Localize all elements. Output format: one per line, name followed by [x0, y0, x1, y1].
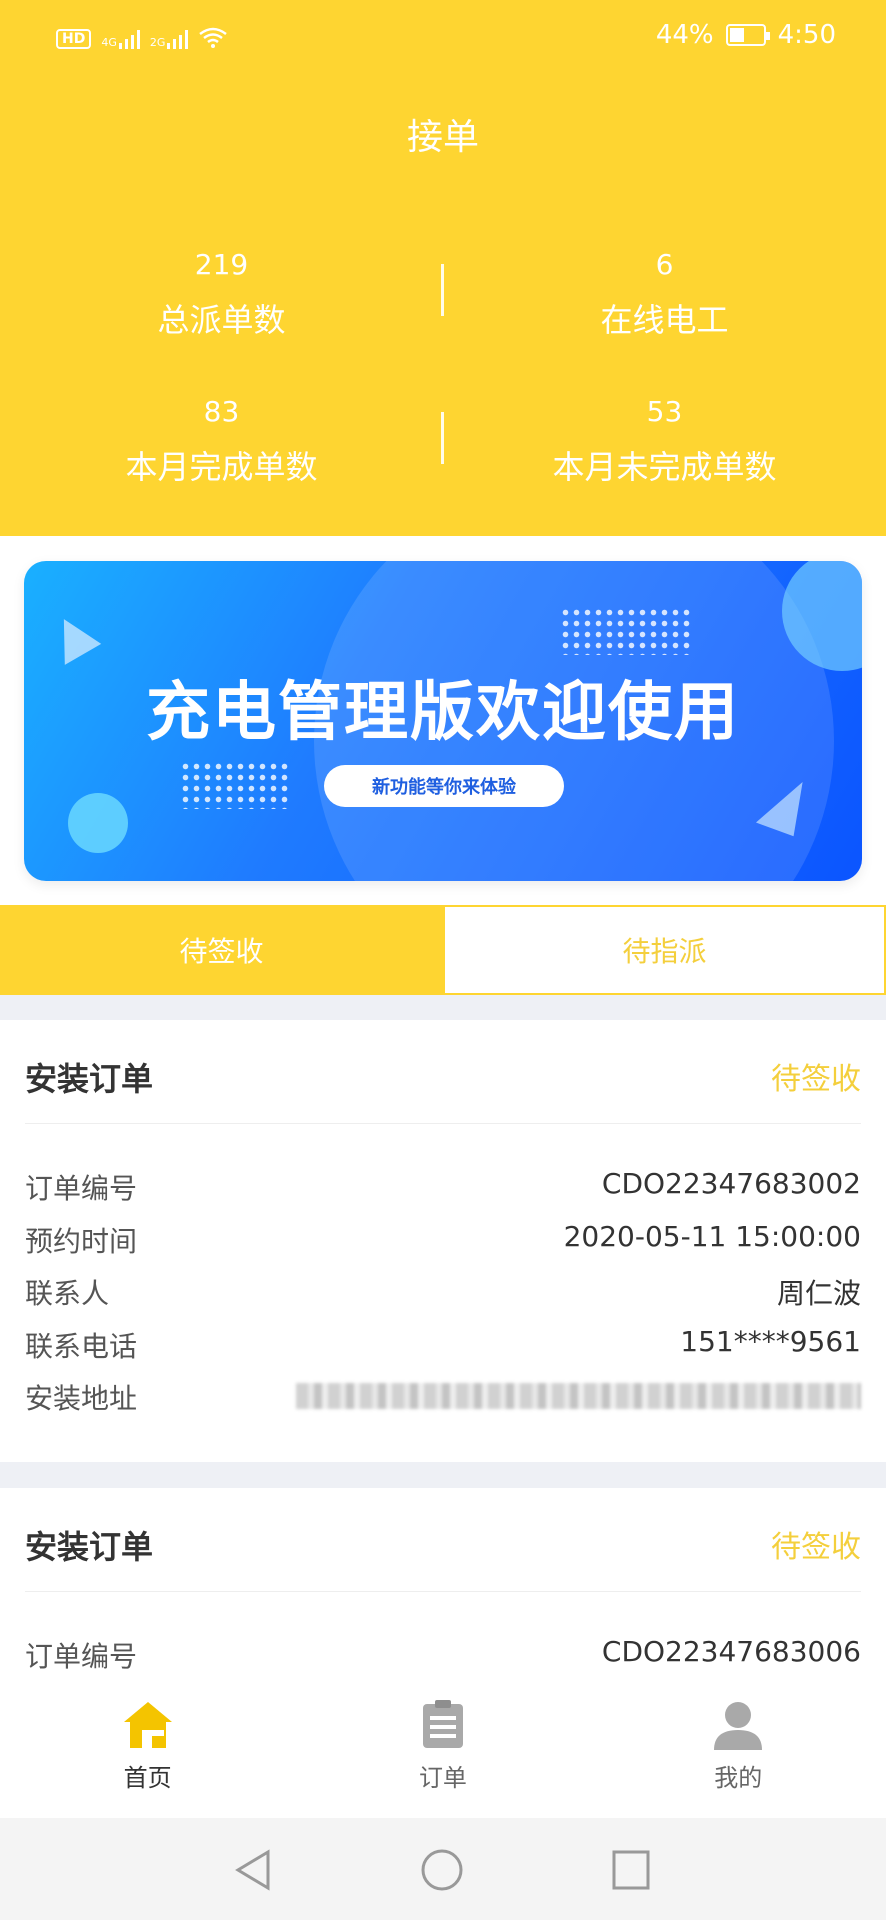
clock: 4:50 — [777, 20, 836, 50]
stat-total-orders: 219 总派单数 — [0, 248, 443, 341]
field-key: 安装地址 — [25, 1382, 138, 1415]
field-row: 预约时间 2020-05-11 15:00:00 — [25, 1220, 861, 1260]
redacted-address — [296, 1383, 861, 1409]
tab-pending-assign[interactable]: 待指派 — [443, 905, 886, 995]
stat-value: 219 — [194, 248, 249, 281]
bottom-nav: 首页 订单 我的 — [0, 1670, 886, 1818]
order-status: 待签收 — [771, 1530, 861, 1565]
nav-label: 首页 — [123, 1764, 172, 1792]
field-key: 联系电话 — [25, 1330, 138, 1363]
nav-label: 我的 — [714, 1764, 763, 1792]
promo-banner[interactable]: 充电管理版欢迎使用 新功能等你来体验 — [24, 561, 862, 881]
stat-label: 本月完成单数 — [125, 448, 318, 486]
nav-label: 订单 — [418, 1764, 467, 1792]
order-status: 待签收 — [771, 1062, 861, 1097]
card-header: 安装订单 待签收 — [25, 1488, 861, 1592]
status-right: 44% 4:50 — [656, 20, 836, 50]
user-icon — [712, 1700, 764, 1750]
stat-month-uncompleted: 53 本月未完成单数 — [443, 395, 886, 488]
signal-4g-icon: 4G — [101, 29, 140, 49]
field-row: 订单编号 CDO22347683006 — [25, 1635, 861, 1675]
field-row: 联系电话 151****9561 — [25, 1325, 861, 1365]
field-row: 安装地址 — [25, 1377, 861, 1417]
page-title: 接单 — [406, 117, 479, 158]
status-left: HD 4G 2G — [56, 26, 228, 52]
signal-4g-label: 4G — [101, 36, 117, 49]
back-icon[interactable] — [232, 1848, 274, 1896]
banner-dots — [180, 761, 290, 809]
status-bar: HD 4G 2G 44% 4:50 — [0, 0, 886, 75]
banner-headline: 充电管理版欢迎使用 — [146, 676, 740, 750]
order-type: 安装订单 — [25, 1060, 154, 1098]
field-key: 预约时间 — [25, 1225, 138, 1258]
order-card[interactable]: 安装订单 待签收 订单编号 CDO22347683002 预约时间 2020-0… — [0, 1020, 886, 1462]
field-value: CDO22347683002 — [601, 1167, 861, 1200]
stat-label: 总派单数 — [157, 301, 286, 339]
field-value: 151****9561 — [680, 1325, 861, 1358]
order-tabs: 待签收 待指派 — [0, 905, 886, 995]
order-type: 安装订单 — [25, 1528, 154, 1566]
system-nav-bar — [0, 1818, 886, 1920]
signal-2g-icon: 2G — [150, 29, 189, 49]
battery-icon — [725, 24, 770, 46]
nav-home[interactable]: 首页 — [0, 1670, 295, 1818]
header: HD 4G 2G 44% 4:50 接单 219 总派单数 6 在线电工 83 … — [0, 0, 886, 536]
banner-cta[interactable]: 新功能等你来体验 — [324, 765, 564, 807]
stat-online-electricians: 6 在线电工 — [443, 248, 886, 341]
stat-month-completed: 83 本月完成单数 — [0, 395, 443, 488]
field-row: 联系人 周仁波 — [25, 1272, 861, 1312]
nav-orders[interactable]: 订单 — [295, 1670, 590, 1818]
field-key: 订单编号 — [25, 1640, 138, 1673]
tab-pending-sign[interactable]: 待签收 — [0, 905, 443, 995]
field-value: 周仁波 — [776, 1277, 861, 1310]
home-circle-icon[interactable] — [420, 1848, 464, 1896]
recent-apps-icon[interactable] — [610, 1848, 652, 1896]
wifi-icon — [198, 26, 228, 52]
order-card[interactable]: 安装订单 待签收 订单编号 CDO22347683006 — [0, 1488, 886, 1673]
stat-value: 83 — [203, 395, 240, 428]
stat-value: 53 — [646, 395, 683, 428]
stat-label: 在线电工 — [600, 301, 729, 339]
nav-profile[interactable]: 我的 — [591, 1670, 886, 1818]
stat-value: 6 — [655, 248, 674, 281]
field-key: 订单编号 — [25, 1172, 138, 1205]
card-header: 安装订单 待签收 — [25, 1020, 861, 1124]
field-value: 2020-05-11 15:00:00 — [563, 1220, 861, 1253]
banner-dots — [560, 607, 690, 655]
banner-decoration — [44, 609, 102, 665]
home-icon — [122, 1700, 174, 1750]
field-row: 订单编号 CDO22347683002 — [25, 1167, 861, 1207]
hd-badge: HD — [56, 29, 92, 49]
clipboard-icon — [417, 1700, 469, 1750]
signal-2g-label: 2G — [149, 36, 166, 49]
battery-percent: 44% — [655, 20, 714, 50]
field-key: 联系人 — [25, 1277, 110, 1310]
banner-decoration — [68, 793, 128, 853]
field-value: CDO22347683006 — [601, 1635, 861, 1668]
stat-label: 本月未完成单数 — [552, 448, 777, 486]
